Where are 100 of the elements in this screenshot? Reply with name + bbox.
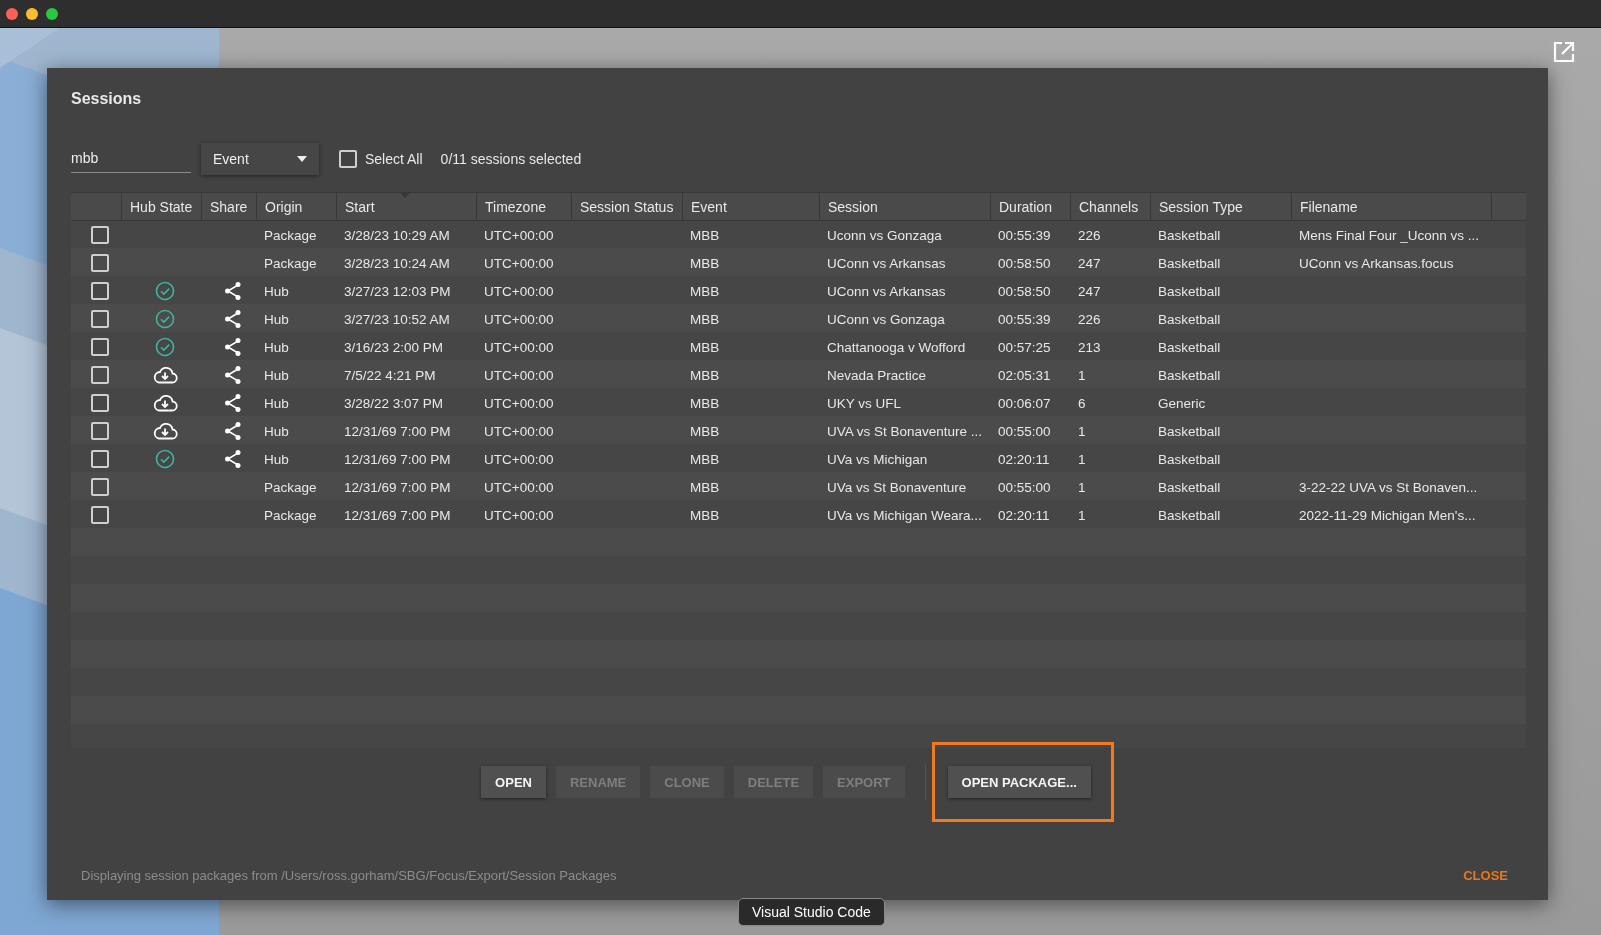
checkbox[interactable] [91, 478, 109, 496]
checkbox[interactable] [91, 366, 109, 384]
column-header[interactable]: Channels [1079, 198, 1139, 215]
table-cell: Basketball [1158, 283, 1221, 299]
table-cell: Generic [1158, 395, 1206, 411]
table-cell: 226 [1078, 311, 1101, 327]
checkbox[interactable] [91, 394, 109, 412]
table-cell: Basketball [1158, 255, 1221, 271]
checkbox[interactable] [91, 226, 109, 244]
status-text: Displaying session packages from /Users/ross.gorham/SBG/Focus/Export/Session Packages [81, 868, 617, 883]
column-header[interactable]: Timezone [485, 198, 546, 215]
share-icon[interactable] [222, 365, 243, 385]
table-cell: MBB [690, 507, 720, 523]
table-cell: Package [264, 507, 317, 523]
table-cell: 00:58:50 [998, 255, 1051, 271]
table-cell: 1 [1078, 507, 1086, 523]
table-cell: UKY vs UFL [827, 395, 902, 411]
table-cell: UConn vs Arkansas.focus [1299, 255, 1454, 271]
caret-icon [297, 156, 307, 162]
table-cell: 02:20:11 [998, 451, 1050, 467]
table-cell: Basketball [1158, 451, 1221, 467]
table-cell: UTC+00:00 [484, 339, 554, 355]
table-cell: 226 [1078, 227, 1101, 243]
checkbox[interactable] [91, 450, 109, 468]
checkbox[interactable] [91, 422, 109, 440]
column-header[interactable]: Duration [999, 198, 1052, 215]
table-cell: UConn vs Arkansas [827, 255, 946, 271]
column-header[interactable]: Session Status [580, 198, 674, 215]
checkbox[interactable] [91, 506, 109, 524]
table-cell: 247 [1078, 255, 1101, 271]
table-cell: MBB [690, 395, 720, 411]
table-cell: MBB [690, 339, 720, 355]
column-header[interactable]: Hub State [130, 198, 193, 215]
table-cell: Hub [264, 367, 289, 383]
table-cell: MBB [690, 227, 720, 243]
table-cell: UConn vs Gonzaga [827, 311, 945, 327]
column-header[interactable]: Start [345, 198, 375, 215]
table-cell: Package [264, 255, 317, 271]
table-cell: UVa vs Michigan Weara... [827, 507, 982, 523]
table-cell: UTC+00:00 [484, 395, 554, 411]
minimize-window-button[interactable] [26, 7, 38, 20]
table-cell: Uconn vs Gonzaga [827, 227, 942, 243]
check-circle-icon [155, 281, 175, 301]
table-cell: Basketball [1158, 507, 1221, 523]
table-cell: 3/28/23 10:24 AM [344, 255, 450, 271]
table-cell: 12/31/69 7:00 PM [344, 451, 451, 467]
table-cell: UTC+00:00 [484, 367, 554, 383]
table-cell: MBB [690, 423, 720, 439]
check-circle-icon [155, 337, 175, 357]
column-header[interactable]: Share [210, 198, 248, 215]
share-icon[interactable] [222, 309, 243, 329]
table-cell: Hub [264, 451, 289, 467]
table-cell: 1 [1078, 367, 1086, 383]
close-window-button[interactable] [6, 7, 18, 20]
table-cell: Hub [264, 311, 289, 327]
event-dropdown[interactable]: Event [201, 143, 319, 175]
column-header[interactable]: Session Type [1159, 198, 1243, 215]
table-cell: 12/31/69 7:00 PM [344, 507, 451, 523]
cloud-download-icon [152, 394, 178, 412]
table-cell: UVa vs Michigan [827, 451, 928, 467]
share-icon[interactable] [222, 281, 243, 301]
table-cell: Mens Final Four _Uconn vs ... [1299, 227, 1480, 243]
checkbox[interactable] [91, 254, 109, 272]
checkbox[interactable] [339, 150, 357, 168]
checkbox[interactable] [91, 338, 109, 356]
table-cell: 3/27/23 12:03 PM [344, 283, 451, 299]
table-cell: UTC+00:00 [484, 283, 554, 299]
open-package-button[interactable]: OPEN PACKAGE... [947, 766, 1091, 798]
column-header[interactable]: Filename [1300, 198, 1358, 215]
table-cell: 213 [1078, 339, 1101, 355]
select-all-label[interactable]: Select All [365, 151, 423, 167]
checkbox[interactable] [91, 282, 109, 300]
cloud-download-icon [152, 422, 178, 440]
table-cell: 3/27/23 10:52 AM [344, 311, 450, 327]
table-cell: MBB [690, 255, 720, 271]
share-icon[interactable] [222, 393, 243, 413]
table-cell: 3/16/23 2:00 PM [344, 339, 444, 355]
table-cell: 00:55:39 [998, 227, 1051, 243]
table-cell: UTC+00:00 [484, 451, 554, 467]
share-icon[interactable] [222, 421, 243, 441]
table-cell: Package [264, 479, 317, 495]
checkbox[interactable] [91, 310, 109, 328]
table-cell: MBB [690, 479, 720, 495]
zoom-window-button[interactable] [46, 7, 58, 20]
table-cell: 247 [1078, 283, 1101, 299]
column-header[interactable]: Origin [265, 198, 303, 215]
table-cell: MBB [690, 451, 720, 467]
table-cell: 00:57:25 [998, 339, 1051, 355]
table-cell: Basketball [1158, 311, 1221, 327]
filter-field[interactable]: mbb [71, 145, 191, 173]
table-cell: Hub [264, 423, 289, 439]
column-header[interactable]: Event [691, 198, 727, 215]
share-icon[interactable] [222, 449, 243, 469]
table-cell: 1 [1078, 479, 1086, 495]
action-button[interactable]: OPEN [481, 766, 546, 798]
table-cell: 00:06:07 [998, 395, 1051, 411]
share-icon[interactable] [222, 337, 243, 357]
dialog-title: Sessions [71, 90, 143, 108]
column-header[interactable]: Session [828, 198, 878, 215]
table-cell: 00:55:00 [998, 423, 1051, 439]
